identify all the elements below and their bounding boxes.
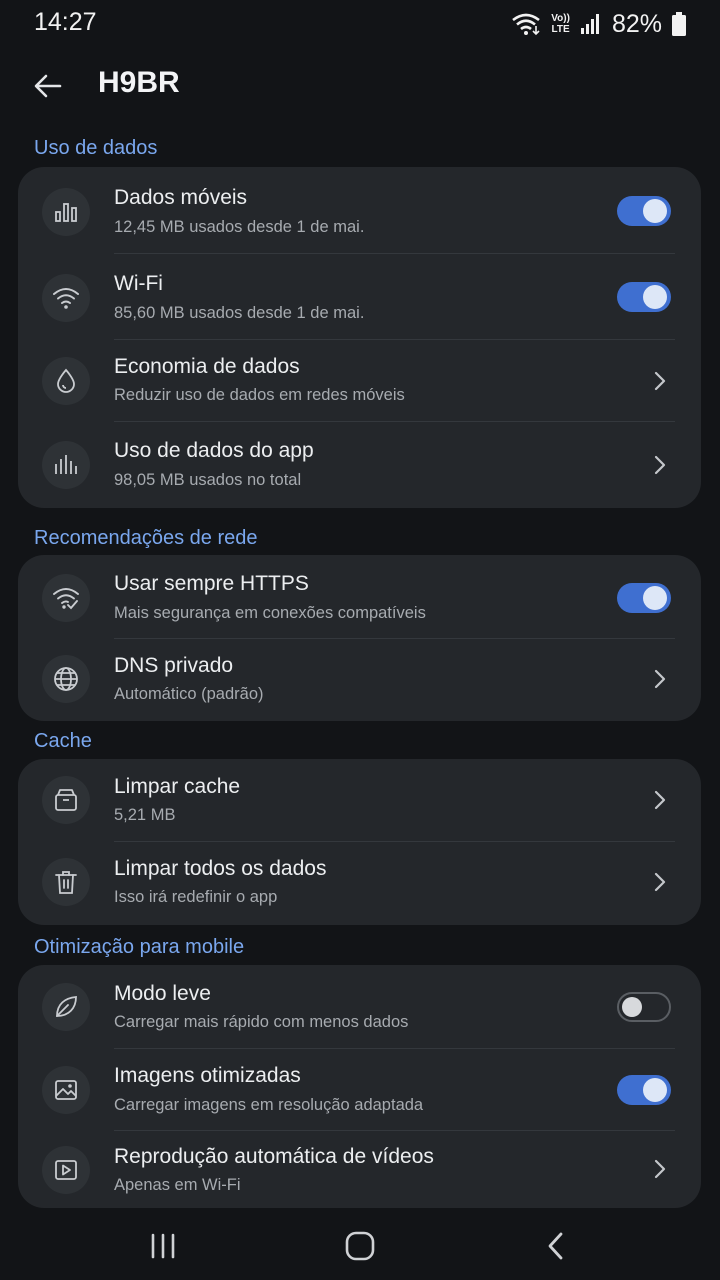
archive-icon [42,776,90,824]
row-optimized-images[interactable]: Imagens otimizadas Carregar imagens em r… [18,1049,701,1131]
row-title: Usar sempre HTTPS [114,572,309,595]
volte-label: Vo)) [551,13,570,24]
video-play-icon [42,1146,90,1194]
row-data-saver[interactable]: Economia de dados Reduzir uso de dados e… [18,340,701,422]
nav-back-button[interactable] [538,1228,574,1264]
chevron-left-icon [548,1232,563,1260]
section-label-data-usage: Uso de dados [34,137,158,159]
row-subtitle: 5,21 MB [114,806,176,824]
row-light-mode[interactable]: Modo leve Carregar mais rápido com menos… [18,965,701,1049]
section-label-network: Recomendações de rede [34,527,258,549]
row-app-data-usage[interactable]: Uso de dados do app 98,05 MB usados no t… [18,422,701,508]
row-subtitle: Carregar imagens em resolução adaptada [114,1096,424,1114]
row-subtitle: 98,05 MB usados no total [114,471,302,489]
section-label-cache: Cache [34,730,92,752]
home-button[interactable] [342,1228,378,1264]
row-clear-all-data[interactable]: Limpar todos os dados Isso irá redefinir… [18,842,701,925]
leaf-icon [42,983,90,1031]
row-mobile-data[interactable]: Dados móveis 12,45 MB usados desde 1 de … [18,167,701,254]
chevron-right-icon [654,669,666,689]
row-subtitle: 85,60 MB usados desde 1 de mai. [114,304,365,322]
navigation-bar [0,1212,720,1280]
section-label-mobile: Otimização para mobile [34,936,245,958]
row-title: Economia de dados [114,355,300,378]
chevron-right-icon [654,1159,666,1179]
home-icon [345,1231,375,1261]
row-title: Limpar cache [114,775,241,798]
chevron-right-icon [654,872,666,892]
chevron-right-icon [654,371,666,391]
recents-button[interactable] [146,1228,182,1264]
row-clear-cache[interactable]: Limpar cache 5,21 MB [18,759,701,842]
wifi-toggle[interactable] [617,282,671,312]
bar-chart-icon [42,188,90,236]
card-data-usage: Dados móveis 12,45 MB usados desde 1 de … [18,167,701,508]
mobile-data-toggle[interactable] [617,196,671,226]
image-icon [42,1066,90,1114]
app-bar: H9BR [0,56,720,116]
card-mobile: Modo leve Carregar mais rápido com menos… [18,965,701,1208]
row-video-autoplay[interactable]: Reprodução automática de vídeos Apenas e… [18,1131,701,1208]
status-time: 14:27 [34,8,97,36]
row-private-dns[interactable]: DNS privado Automático (padrão) [18,639,701,721]
app-usage-chart-icon [42,441,90,489]
row-title: Reprodução automática de vídeos [114,1145,434,1168]
cell-signal-icon [580,14,599,34]
lte-label: LTE [551,24,570,35]
arrow-left-icon [34,74,62,98]
row-subtitle: Isso irá redefinir o app [114,888,278,906]
wifi-signal-icon [512,13,541,36]
chevron-right-icon [654,790,666,810]
wifi-icon [42,274,90,322]
wifi-check-icon [42,574,90,622]
row-subtitle: Apenas em Wi-Fi [114,1176,241,1194]
status-bar: 14:27 Vo)) LTE 82% [0,0,720,50]
row-wifi[interactable]: Wi-Fi 85,60 MB usados desde 1 de mai. [18,254,701,340]
recents-icon [151,1233,175,1259]
battery-icon [672,12,686,36]
chevron-right-icon [654,455,666,475]
card-cache: Limpar cache 5,21 MB Limpar todos os dad… [18,759,701,925]
back-button[interactable] [30,68,66,104]
row-title: Modo leve [114,982,211,1005]
https-toggle[interactable] [617,583,671,613]
row-https[interactable]: Usar sempre HTTPS Mais segurança em cone… [18,555,701,639]
row-title: Imagens otimizadas [114,1064,301,1087]
card-network: Usar sempre HTTPS Mais segurança em cone… [18,555,701,721]
droplet-icon [42,357,90,405]
row-subtitle: Mais segurança em conexões compatíveis [114,604,426,622]
row-subtitle: Reduzir uso de dados em redes móveis [114,386,405,404]
trash-icon [42,858,90,906]
row-title: Limpar todos os dados [114,857,327,880]
battery-percent: 82% [611,9,662,38]
row-title: Wi-Fi [114,272,163,295]
lte-indicator: Vo)) LTE [551,13,570,35]
row-title: Uso de dados do app [114,439,314,462]
page-title: H9BR [98,66,180,99]
optimized-images-toggle[interactable] [617,1075,671,1105]
row-title: Dados móveis [114,186,248,209]
row-subtitle: 12,45 MB usados desde 1 de mai. [114,218,365,236]
row-subtitle: Automático (padrão) [114,685,264,703]
status-icons: Vo)) LTE 82% [511,8,686,40]
globe-icon [42,655,90,703]
row-title: DNS privado [114,654,234,677]
light-mode-toggle[interactable] [617,992,671,1022]
row-subtitle: Carregar mais rápido com menos dados [114,1013,409,1031]
